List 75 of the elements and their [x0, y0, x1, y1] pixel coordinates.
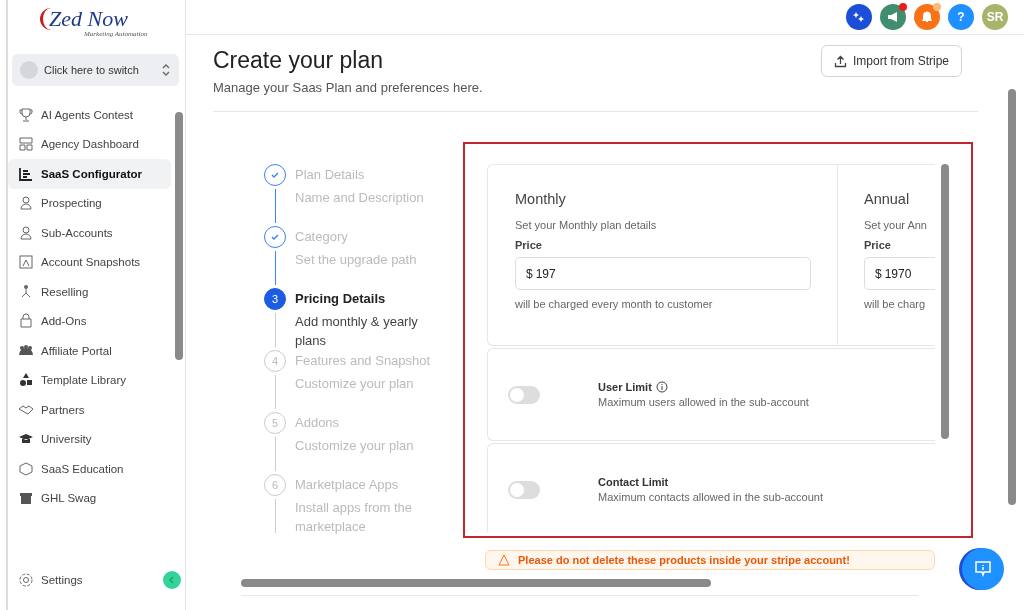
check-icon — [270, 170, 280, 180]
plan-description: Set your Ann — [864, 219, 928, 231]
store-icon — [18, 490, 34, 507]
nav-item[interactable]: Agency Dashboard — [8, 129, 171, 159]
bell-button[interactable] — [914, 4, 940, 30]
plan-description: Set your Monthly plan details — [515, 219, 658, 231]
settings-link[interactable]: Settings — [8, 565, 83, 595]
people-icon — [18, 195, 34, 212]
bag-icon — [18, 313, 34, 330]
nav-item[interactable]: Affiliate Portal — [8, 336, 171, 366]
chat-icon — [974, 560, 992, 578]
limit-description: Maximum users allowed in the sub-account — [598, 396, 809, 408]
step-description: Name and Description — [295, 189, 425, 207]
page-title: Create your plan — [213, 47, 385, 74]
step-description: Customize your plan — [295, 375, 415, 393]
shapes-icon — [18, 372, 34, 389]
step-title: Addons — [295, 415, 341, 430]
step-title: Category — [295, 229, 349, 244]
account-switcher[interactable]: Click here to switch — [12, 54, 179, 86]
step-description: Add monthly & yearly plans — [295, 313, 419, 350]
nav-item[interactable]: Reselling — [8, 277, 171, 307]
field-label: Price — [864, 239, 892, 251]
step-title: Marketplace Apps — [295, 477, 400, 492]
snapshot-icon — [18, 254, 34, 271]
nav-item[interactable]: AI Agents Contest — [8, 100, 171, 130]
nav-item[interactable]: Add-Ons — [8, 306, 171, 336]
step-title: Plan Details — [295, 167, 366, 182]
step-title: Features and Snapshot — [295, 353, 432, 368]
page-subtitle: Manage your Saas Plan and preferences here. — [213, 80, 483, 95]
plan-title: Annual — [864, 191, 911, 207]
chat-button[interactable] — [962, 548, 1004, 590]
toggle-switch[interactable] — [508, 480, 540, 499]
field-label: Price — [515, 239, 543, 251]
megaphone-button[interactable] — [880, 4, 906, 30]
trophy-icon — [18, 106, 34, 123]
chevron-up-down-icon — [161, 63, 171, 77]
nav-item[interactable]: SaaS Education — [8, 454, 171, 484]
plan-title: Monthly — [515, 191, 567, 207]
step-description: Set the upgrade path — [295, 251, 418, 269]
nav-item[interactable]: Prospecting — [8, 188, 171, 218]
upload-icon — [833, 54, 847, 68]
nav-item[interactable]: Sub-Accounts — [8, 218, 171, 248]
nav-item[interactable]: SaaS Configurator — [8, 159, 171, 189]
warning-icon — [498, 554, 510, 566]
megaphone-icon — [887, 11, 899, 23]
chart-icon — [18, 165, 34, 182]
field-hint: will be charg — [864, 298, 927, 310]
limit-description: Maximum contacts allowed in the sub-account — [598, 491, 823, 503]
sparkle-icon — [853, 11, 865, 23]
scrollbar[interactable] — [241, 579, 918, 596]
dashboard-icon — [18, 136, 34, 153]
chevron-left-icon — [168, 576, 176, 584]
import-button[interactable]: Import from Stripe — [820, 45, 962, 77]
price-field[interactable]: $ 197 — [515, 257, 811, 290]
step-indicator: 3 — [264, 288, 286, 310]
sparkle-button[interactable] — [846, 4, 872, 30]
warning-banner: Please do not delete these products inside your stripe account! — [485, 550, 935, 570]
nav-item[interactable]: Account Snapshots — [8, 247, 171, 277]
field-hint: will be charged every month to customer — [515, 298, 714, 310]
bell-icon — [921, 11, 933, 23]
nav-item[interactable]: University — [8, 424, 171, 454]
step-title: Pricing Details — [295, 291, 387, 306]
step-description: Install apps from the marketplace — [295, 499, 414, 536]
limit-title: Contact Limit — [598, 476, 669, 488]
limit-title: User Limit — [598, 381, 652, 393]
settings-icon — [18, 572, 34, 588]
person-icon — [18, 224, 34, 241]
collapse-button[interactable] — [163, 571, 181, 589]
toggle-switch[interactable] — [508, 385, 540, 404]
nav-item[interactable]: Partners — [8, 395, 171, 425]
nav-item[interactable]: Template Library — [8, 365, 171, 395]
account-icon — [20, 61, 38, 79]
check-icon — [270, 232, 280, 242]
step-description: Customize your plan — [295, 437, 415, 455]
nav-item[interactable]: GHL Swag — [8, 483, 171, 513]
